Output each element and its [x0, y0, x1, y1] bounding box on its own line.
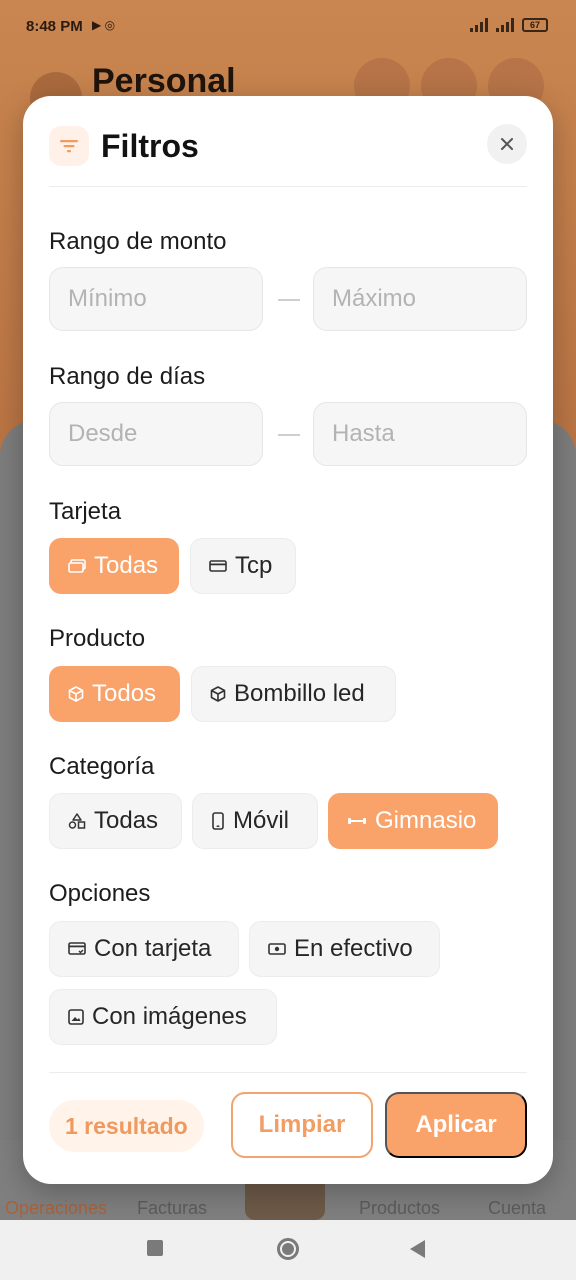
chip-label: Gimnasio: [375, 807, 477, 834]
card-check-icon: [68, 942, 86, 955]
battery-icon: 67: [522, 18, 548, 32]
apply-button[interactable]: Aplicar: [385, 1092, 527, 1158]
shapes-icon: [68, 813, 86, 829]
chip-label: Todas: [94, 552, 159, 579]
chip-label: Móvil: [233, 807, 290, 834]
clear-button[interactable]: Limpiar: [231, 1092, 373, 1158]
chip-product-todos[interactable]: Todos: [49, 666, 180, 722]
card-section-label: Tarjeta: [49, 498, 122, 525]
modal-title: Filtros: [101, 128, 199, 164]
chip-label: Con imágenes: [92, 1003, 247, 1030]
chip-option-con-tarjeta[interactable]: Con tarjeta: [49, 921, 239, 977]
close-icon: [501, 138, 513, 150]
nav-facturas[interactable]: Facturas: [137, 1198, 207, 1219]
image-icon: [68, 1009, 84, 1025]
recents-button[interactable]: [147, 1240, 163, 1256]
signal-icon: [470, 18, 488, 32]
chip-option-con-imagenes[interactable]: Con imágenes: [49, 989, 277, 1045]
days-range-label: Rango de días: [49, 363, 206, 390]
footer-divider: [49, 1072, 527, 1073]
dumbbell-icon: [348, 818, 366, 824]
modal-header: Filtros: [49, 124, 527, 184]
range-dash: [278, 434, 300, 436]
credit-card-icon: [209, 560, 227, 572]
days-from-input[interactable]: [49, 402, 263, 466]
chip-card-todas[interactable]: Todas: [49, 538, 179, 594]
box-icon: [210, 686, 226, 702]
cards-icon: [68, 559, 86, 573]
chip-label: Con tarjeta: [94, 935, 212, 962]
header-divider: [49, 186, 527, 187]
max-amount-input[interactable]: [313, 267, 527, 331]
chip-product-bombillo-led[interactable]: Bombillo led: [191, 666, 396, 722]
chip-label: En efectivo: [294, 935, 413, 962]
days-to-input[interactable]: [313, 402, 527, 466]
close-button[interactable]: [487, 124, 527, 164]
chip-category-todas[interactable]: Todas: [49, 793, 182, 849]
phone-icon: [212, 812, 224, 830]
signal-icon-2: [496, 18, 514, 32]
range-dash: [278, 299, 300, 301]
chip-card-tcp[interactable]: Tcp: [190, 538, 296, 594]
nav-productos[interactable]: Productos: [359, 1198, 440, 1219]
min-amount-input[interactable]: [49, 267, 263, 331]
box-icon: [68, 686, 84, 702]
product-section-label: Producto: [49, 625, 146, 652]
category-section-label: Categoría: [49, 753, 155, 780]
status-icons: 67: [470, 18, 548, 32]
chip-label: Tcp: [235, 552, 273, 579]
chip-option-en-efectivo[interactable]: En efectivo: [249, 921, 440, 977]
chip-label: Todas: [94, 807, 159, 834]
notification-icons: ▶ ◎: [92, 18, 116, 32]
nav-operaciones[interactable]: Operaciones: [5, 1198, 107, 1219]
status-bar: 8:48 PM ▶ ◎ 67: [0, 0, 576, 54]
chip-category-movil[interactable]: Móvil: [192, 793, 318, 849]
back-button[interactable]: [410, 1240, 425, 1258]
home-button[interactable]: [277, 1238, 299, 1260]
chip-label: Bombillo led: [234, 680, 365, 707]
filter-icon: [49, 126, 89, 166]
filters-modal: Filtros Rango de monto Rango de días Tar…: [23, 96, 553, 1184]
status-time: 8:48 PM: [26, 18, 83, 35]
options-section-label: Opciones: [49, 880, 151, 907]
chip-label: Todos: [92, 680, 157, 707]
results-count-badge: 1 resultado: [49, 1100, 204, 1152]
cash-icon: [268, 943, 286, 955]
nav-cuenta[interactable]: Cuenta: [488, 1198, 546, 1219]
amount-range-label: Rango de monto: [49, 228, 227, 255]
chip-category-gimnasio[interactable]: Gimnasio: [328, 793, 498, 849]
